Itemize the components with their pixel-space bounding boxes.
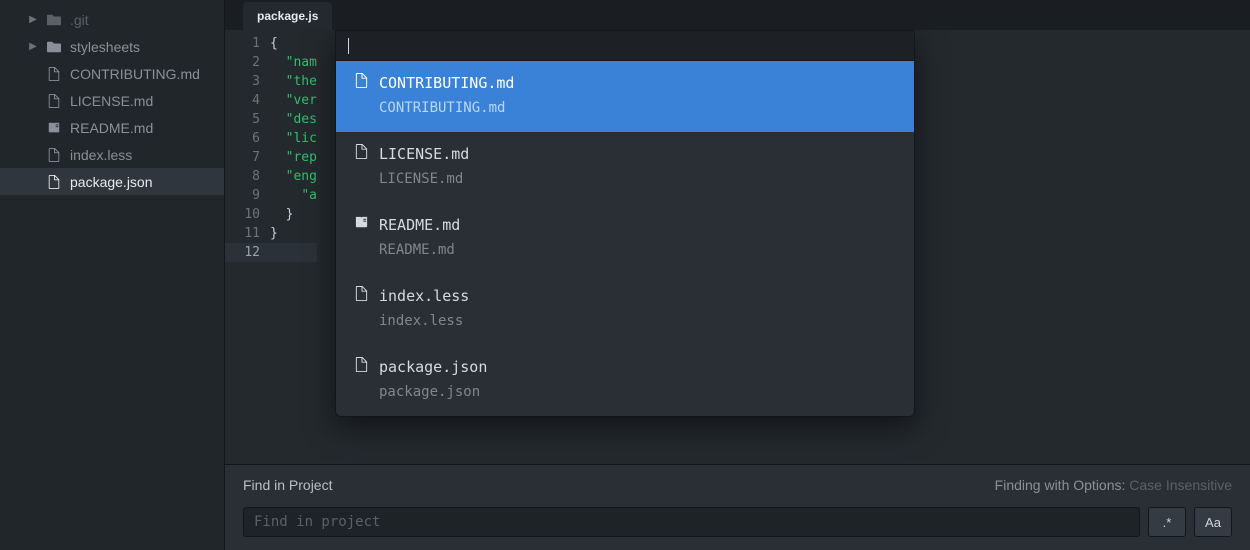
find-placeholder: Find in project — [254, 514, 380, 530]
fuzzy-result-name: package.json — [379, 358, 487, 377]
fuzzy-finder-input[interactable] — [336, 31, 914, 61]
code-editor[interactable]: 123456789101112 { "nam "the "ver "des "l… — [225, 30, 1250, 464]
find-title: Find in Project — [243, 477, 332, 493]
code-line[interactable]: "the — [270, 72, 317, 91]
code-line[interactable]: "a — [270, 186, 317, 205]
code-line[interactable]: { — [270, 34, 317, 53]
tree-file[interactable]: CONTRIBUTING.md — [0, 60, 224, 87]
file-icon — [354, 73, 369, 93]
line-number: 1 — [225, 34, 260, 53]
tree-item-label: LICENSE.md — [70, 93, 153, 109]
line-gutter: 123456789101112 — [225, 30, 270, 464]
file-icon — [46, 66, 62, 82]
find-input[interactable]: Find in project — [243, 507, 1140, 537]
code-line[interactable]: "eng — [270, 167, 317, 186]
regex-toggle-button[interactable]: .* — [1148, 507, 1186, 537]
line-number: 10 — [225, 205, 260, 224]
code-line[interactable]: } — [270, 224, 317, 243]
tree-folder[interactable]: ▶ .git — [0, 6, 224, 33]
code-line[interactable]: "rep — [270, 148, 317, 167]
find-status-label: Finding with Options: — [995, 477, 1126, 493]
folder-icon — [46, 39, 62, 55]
fuzzy-finder-results: CONTRIBUTING.md CONTRIBUTING.md LICENSE.md… — [336, 61, 914, 416]
code-line[interactable]: "nam — [270, 53, 317, 72]
fuzzy-result-name: index.less — [379, 287, 469, 306]
file-icon — [46, 147, 62, 163]
tree-item-label: .git — [70, 12, 89, 28]
tab-bar: package.js — [225, 0, 1250, 30]
line-number: 5 — [225, 110, 260, 129]
file-icon — [354, 286, 369, 306]
code-line[interactable]: } — [270, 205, 317, 224]
tab-label: package.js — [257, 9, 318, 23]
book-icon — [354, 215, 369, 235]
fuzzy-finder: CONTRIBUTING.md CONTRIBUTING.md LICENSE.md… — [335, 30, 915, 417]
tab-active[interactable]: package.js — [243, 2, 332, 30]
line-number: 11 — [225, 224, 260, 243]
code-line[interactable]: "des — [270, 110, 317, 129]
text-cursor — [348, 38, 349, 54]
line-number: 6 — [225, 129, 260, 148]
book-icon — [46, 120, 62, 136]
line-number: 3 — [225, 72, 260, 91]
line-number: 8 — [225, 167, 260, 186]
fuzzy-result[interactable]: README.md README.md — [336, 203, 914, 274]
tree-folder[interactable]: ▶ stylesheets — [0, 33, 224, 60]
tree-item-label: CONTRIBUTING.md — [70, 66, 200, 82]
code-line[interactable]: "lic — [270, 129, 317, 148]
line-number: 9 — [225, 186, 260, 205]
tree-file[interactable]: README.md — [0, 114, 224, 141]
line-number: 12 — [225, 243, 270, 262]
find-status: Finding with Options: Case Insensitive — [995, 477, 1232, 493]
tree-item-label: index.less — [70, 147, 132, 163]
folder-icon — [46, 12, 62, 28]
code-line[interactable]: "ver — [270, 91, 317, 110]
line-number: 7 — [225, 148, 260, 167]
file-icon — [354, 144, 369, 164]
line-number: 2 — [225, 53, 260, 72]
file-icon — [46, 93, 62, 109]
fuzzy-result-path: README.md — [354, 241, 896, 260]
tree-file[interactable]: LICENSE.md — [0, 87, 224, 114]
fuzzy-result[interactable]: LICENSE.md LICENSE.md — [336, 132, 914, 203]
fuzzy-result-path: package.json — [354, 383, 896, 402]
tree-item-label: README.md — [70, 120, 153, 136]
tree-item-label: package.json — [70, 174, 153, 190]
editor-pane: package.js 123456789101112 { "nam "the "… — [225, 0, 1250, 550]
fuzzy-result-path: index.less — [354, 312, 896, 331]
tree-item-label: stylesheets — [70, 39, 140, 55]
fuzzy-result-name: CONTRIBUTING.md — [379, 74, 514, 93]
code-line[interactable] — [270, 243, 317, 262]
code-area[interactable]: { "nam "the "ver "des "lic "rep "eng "a … — [270, 30, 317, 464]
tree-file[interactable]: package.json — [0, 168, 224, 195]
fuzzy-result[interactable]: CONTRIBUTING.md CONTRIBUTING.md — [336, 61, 914, 132]
chevron-right-icon: ▶ — [28, 14, 38, 25]
fuzzy-result[interactable]: package.json package.json — [336, 345, 914, 416]
file-tree: ▶ .git ▶ stylesheets CONTRIBUTING.md LICENSE.… — [0, 0, 225, 550]
chevron-right-icon: ▶ — [28, 41, 38, 52]
tree-file[interactable]: index.less — [0, 141, 224, 168]
fuzzy-result-name: README.md — [379, 216, 460, 235]
find-status-value: Case Insensitive — [1129, 477, 1232, 493]
regex-icon: .* — [1163, 515, 1172, 530]
case-toggle-button[interactable]: Aa — [1194, 507, 1232, 537]
file-icon — [354, 357, 369, 377]
find-in-project-panel: Find in Project Finding with Options: Ca… — [225, 464, 1250, 550]
fuzzy-result[interactable]: index.less index.less — [336, 274, 914, 345]
line-number: 4 — [225, 91, 260, 110]
fuzzy-result-path: LICENSE.md — [354, 170, 896, 189]
file-icon — [46, 174, 62, 190]
fuzzy-result-path: CONTRIBUTING.md — [354, 99, 896, 118]
fuzzy-result-name: LICENSE.md — [379, 145, 469, 164]
case-icon: Aa — [1205, 515, 1221, 530]
